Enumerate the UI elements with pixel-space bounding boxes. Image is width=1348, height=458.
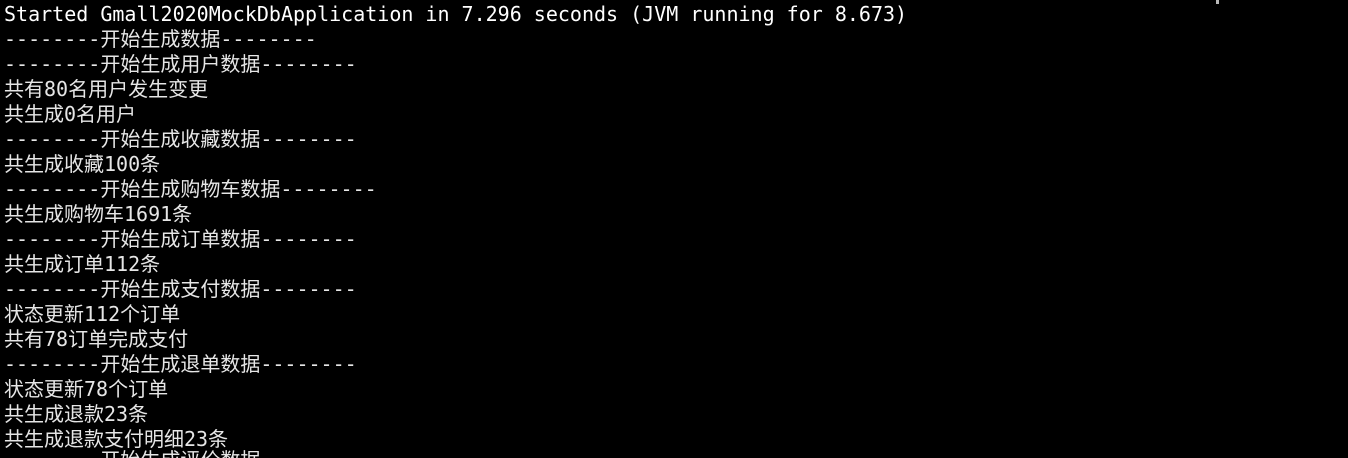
terminal-window[interactable]: Started Gmall2020MockDbApplication in 7.…	[0, 0, 1348, 458]
terminal-line: 共生成订单112条	[4, 252, 161, 276]
terminal-output: Started Gmall2020MockDbApplication in 7.…	[4, 2, 907, 452]
terminal-line: 共生成0名用户	[4, 102, 137, 126]
terminal-line-partial: --------开始生成评价数据--------	[4, 448, 357, 458]
terminal-line: Started Gmall2020MockDbApplication in 7.…	[4, 2, 908, 26]
terminal-line: --------开始生成用户数据--------	[4, 52, 357, 76]
terminal-line: --------开始生成退单数据--------	[4, 352, 357, 376]
terminal-line: 共有78订单完成支付	[4, 327, 189, 351]
terminal-line: --------开始生成收藏数据--------	[4, 127, 357, 151]
terminal-line: 共生成收藏100条	[4, 152, 161, 176]
terminal-line: 共有80名用户发生变更	[4, 77, 209, 101]
terminal-line: --------开始生成支付数据--------	[4, 277, 357, 301]
terminal-line: 共生成退款23条	[4, 402, 149, 426]
terminal-line: --------开始生成订单数据--------	[4, 227, 357, 251]
terminal-line: --------开始生成购物车数据--------	[4, 177, 377, 201]
terminal-line: --------开始生成数据--------	[4, 27, 317, 51]
terminal-line: 状态更新112个订单	[4, 302, 181, 326]
terminal-line: 共生成购物车1691条	[4, 202, 193, 226]
terminal-line: 状态更新78个订单	[4, 377, 169, 401]
scroll-marker	[1216, 0, 1219, 4]
